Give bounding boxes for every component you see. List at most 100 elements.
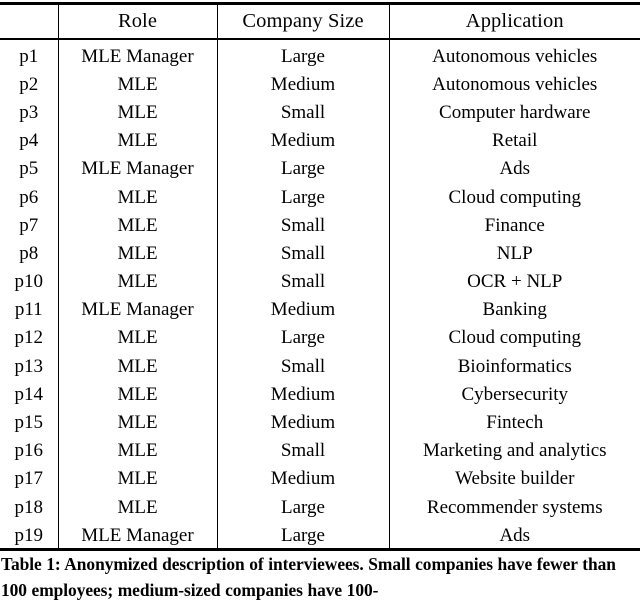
cell-application: Cybersecurity: [388, 380, 640, 409]
cell-role: MLE Manager: [57, 295, 217, 324]
table-row: p2 MLE Medium Autonomous vehicles: [0, 70, 640, 99]
cell-company-size: Small: [216, 98, 389, 127]
cell-company-size: Large: [216, 493, 389, 522]
column-header-company-size: Company Size: [216, 5, 389, 38]
cell-company-size: Medium: [216, 295, 389, 324]
cell-participant-id: p6: [19, 186, 39, 208]
cell-company-size: Medium: [216, 126, 389, 155]
table-row: p11 MLE Manager Medium Banking: [0, 295, 640, 324]
cell-role: MLE: [57, 182, 217, 212]
cell-company-size: Medium: [216, 464, 389, 493]
cell-application: Recommender systems: [388, 493, 640, 522]
cell-participant-id: p18: [14, 496, 44, 518]
cell-company-size: Small: [216, 352, 389, 381]
cell-participant-id: p13: [14, 355, 44, 377]
table-caption: Table 1: Anonymized description of inter…: [1, 554, 616, 600]
table-row: p10 MLE Small OCR + NLP: [0, 267, 640, 296]
cell-participant-id: p11: [14, 299, 43, 321]
cell-company-size: Large: [216, 154, 389, 183]
cell-role: MLE: [57, 408, 217, 437]
table-row: p1 MLE Manager Large Autonomous vehicles: [0, 38, 640, 71]
cell-participant-id: p5: [19, 158, 39, 180]
cell-application: OCR + NLP: [388, 267, 640, 296]
table-row: p16 MLE Small Marketing and analytics: [0, 436, 640, 465]
cell-role: MLE Manager: [57, 521, 217, 550]
cell-participant-id: p19: [14, 524, 44, 546]
cell-participant-id: p16: [14, 440, 44, 462]
cell-role: MLE: [57, 436, 217, 465]
cell-application: Bioinformatics: [388, 352, 640, 381]
cell-role: MLE: [57, 493, 217, 522]
cell-role: MLE: [57, 380, 217, 409]
table-row: p14 MLE Medium Cybersecurity: [0, 380, 640, 409]
cell-participant-id: p3: [19, 101, 39, 123]
cell-company-size: Large: [216, 38, 389, 71]
cell-role: MLE Manager: [57, 38, 217, 71]
table-body: p1 MLE Manager Large Autonomous vehicles p2 M…: [0, 38, 640, 550]
table-row: p6 MLE Large Cloud computing: [0, 182, 640, 212]
cell-application: Retail: [388, 126, 640, 155]
header-row: Role Company Size Application: [0, 5, 640, 38]
cell-participant-id: p4: [19, 130, 39, 152]
cell-application: Cloud computing: [388, 182, 640, 212]
cell-company-size: Large: [216, 182, 389, 212]
table-row: p19 MLE Manager Large Ads: [0, 521, 640, 550]
cell-participant-id: p7: [19, 214, 39, 236]
cell-application: Website builder: [388, 464, 640, 493]
cell-company-size: Medium: [216, 408, 389, 437]
cell-participant-id: p1: [19, 45, 39, 67]
table-header: Role Company Size Application: [0, 5, 640, 38]
cell-company-size: Small: [216, 211, 389, 240]
cell-participant-id: p2: [19, 73, 39, 95]
column-header-id: [0, 5, 58, 38]
cell-application: NLP: [388, 239, 640, 268]
table-row: p13 MLE Small Bioinformatics: [0, 352, 640, 381]
table-row: p3 MLE Small Computer hardware: [0, 98, 640, 127]
cell-role: MLE: [57, 323, 217, 353]
cell-role: MLE: [57, 211, 217, 240]
cell-participant-id: p14: [14, 383, 44, 405]
cell-role: MLE: [57, 464, 217, 493]
table-row: p5 MLE Manager Large Ads: [0, 154, 640, 183]
cell-application: Autonomous vehicles: [388, 38, 640, 71]
table-row: p12 MLE Large Cloud computing: [0, 323, 640, 353]
cell-role: MLE: [57, 126, 217, 155]
table-row: p18 MLE Large Recommender systems: [0, 493, 640, 522]
interviewees-table: Role Company Size Application p1 MLE Mana…: [0, 5, 640, 550]
cell-participant-id: p17: [14, 468, 44, 490]
cell-role: MLE: [57, 98, 217, 127]
cell-application: Banking: [388, 295, 640, 324]
table-row: p17 MLE Medium Website builder: [0, 464, 640, 493]
cell-application: Computer hardware: [388, 98, 640, 127]
table-figure: Role Company Size Application p1 MLE Mana…: [0, 0, 640, 605]
cell-company-size: Large: [216, 521, 389, 550]
cell-application: Ads: [388, 154, 640, 183]
cell-participant-id: p15: [14, 412, 44, 434]
cell-application: Ads: [388, 521, 640, 550]
cell-application: Finance: [388, 211, 640, 240]
cell-participant-id: p12: [14, 327, 44, 349]
cell-role: MLE: [57, 352, 217, 381]
cell-company-size: Small: [216, 239, 389, 268]
cell-role: MLE: [57, 239, 217, 268]
column-header-role: Role: [57, 5, 217, 38]
cell-company-size: Medium: [216, 70, 389, 99]
cell-company-size: Large: [216, 323, 389, 353]
cell-role: MLE: [57, 70, 217, 99]
column-header-application: Application: [388, 5, 640, 38]
table-row: p15 MLE Medium Fintech: [0, 408, 640, 437]
cell-company-size: Small: [216, 436, 389, 465]
cell-application: Autonomous vehicles: [388, 70, 640, 99]
cell-participant-id: p8: [19, 242, 39, 264]
cell-role: MLE: [57, 267, 217, 296]
cell-application: Cloud computing: [388, 323, 640, 353]
cell-company-size: Medium: [216, 380, 389, 409]
table-row: p7 MLE Small Finance: [0, 211, 640, 240]
cell-participant-id: p10: [14, 271, 44, 293]
table-row: p8 MLE Small NLP: [0, 239, 640, 268]
cell-application: Marketing and analytics: [388, 436, 640, 465]
cell-company-size: Small: [216, 267, 389, 296]
cell-application: Fintech: [388, 408, 640, 437]
table-row: p4 MLE Medium Retail: [0, 126, 640, 155]
cell-role: MLE Manager: [57, 154, 217, 183]
